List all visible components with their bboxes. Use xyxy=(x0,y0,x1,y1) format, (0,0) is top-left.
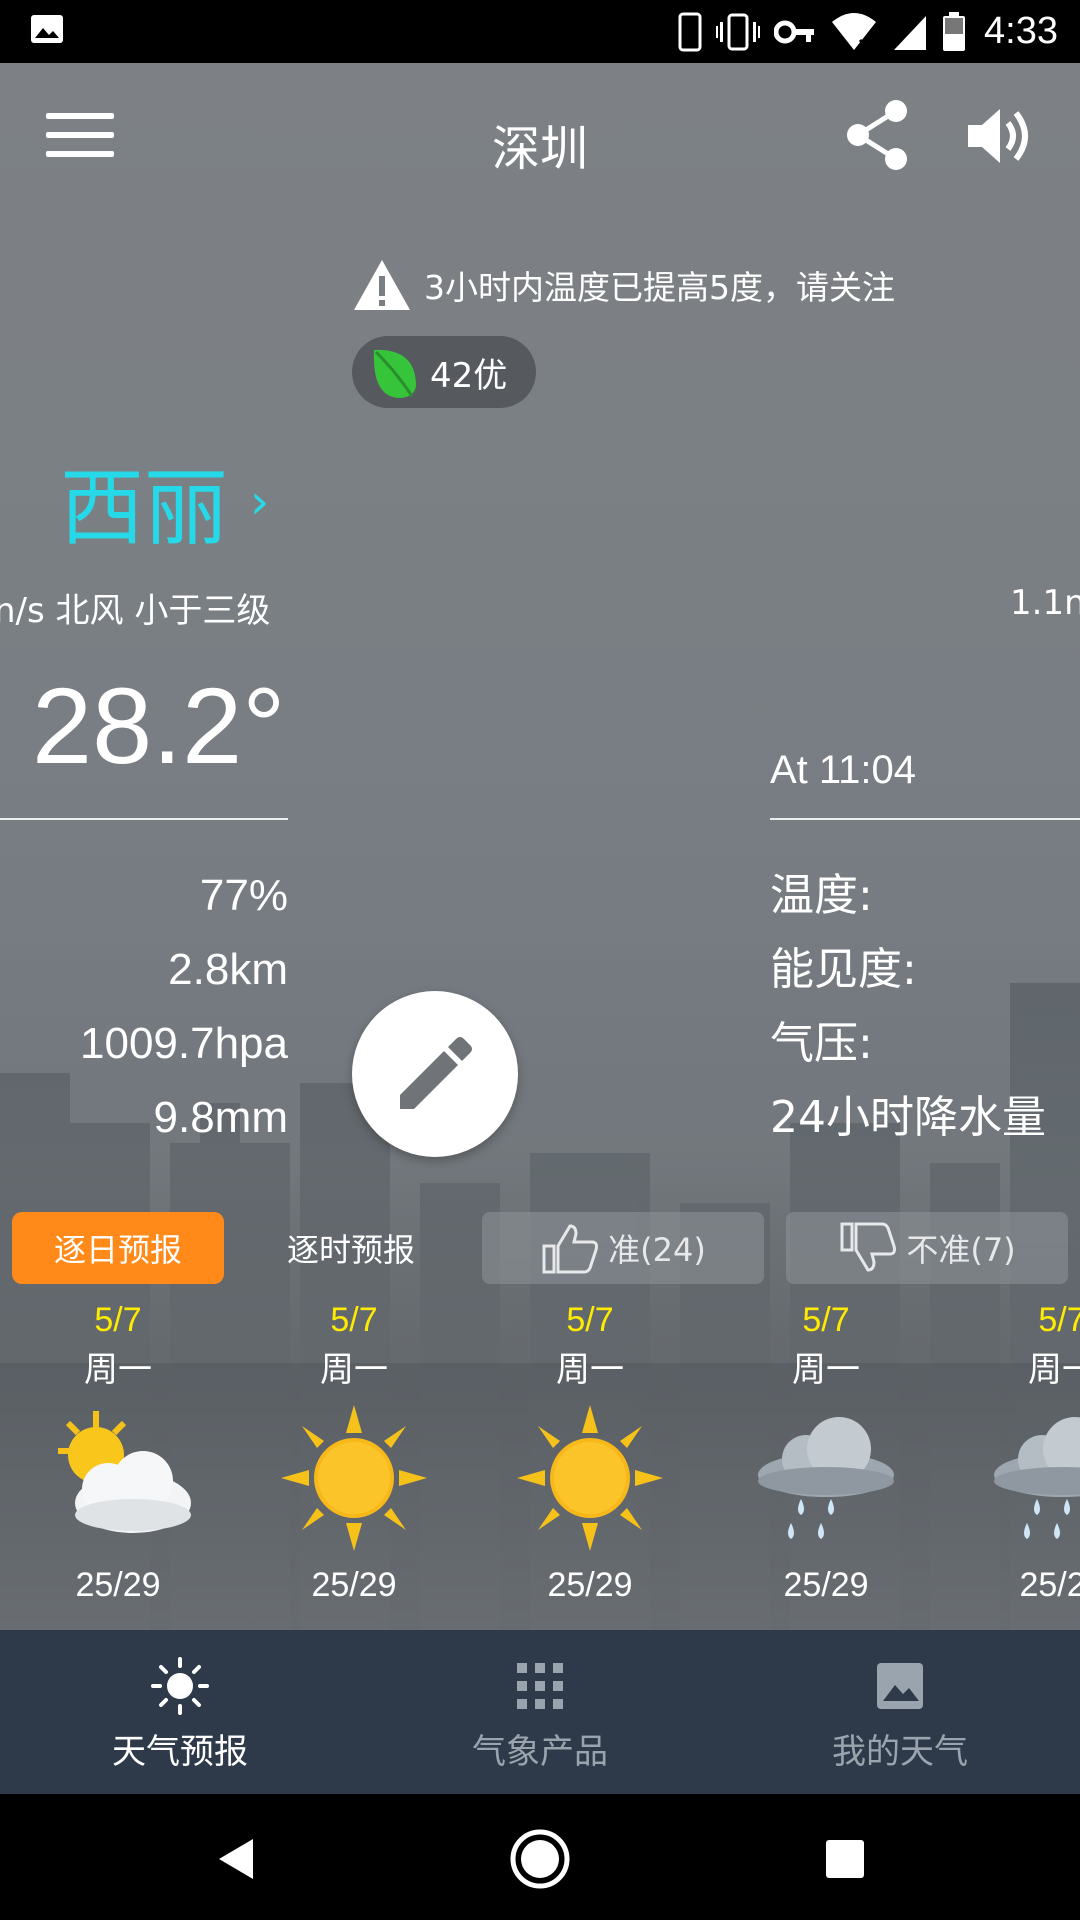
vote-inaccurate-label: 不准(7) xyxy=(906,1231,1016,1269)
tab-daily-forecast[interactable]: 逐日预报 xyxy=(12,1212,224,1284)
forecast-weekday: 周一 xyxy=(1028,1350,1080,1390)
recents-button[interactable] xyxy=(810,1824,880,1894)
battery-icon xyxy=(942,11,966,52)
temperature-label: 温度: xyxy=(770,870,873,921)
forecast-temp-range: 25/29 xyxy=(783,1566,869,1604)
grid-icon xyxy=(517,1663,563,1709)
back-button[interactable] xyxy=(200,1824,270,1894)
precipitation-label: 24小时降水量 xyxy=(770,1092,1046,1143)
alert-text: 3小时内温度已提高5度，请关注 xyxy=(424,268,895,307)
signal-icon xyxy=(894,15,927,50)
temperature-alert[interactable]: 3小时内温度已提高5度，请关注 xyxy=(352,255,895,315)
thumbs-down-icon xyxy=(840,1222,897,1272)
partly-cloudy-icon xyxy=(58,1410,191,1533)
visibility-value: 2.8km xyxy=(168,945,288,994)
vote-inaccurate-button[interactable]: 不准(7) xyxy=(786,1212,1068,1284)
forecast-day[interactable]: 5/7 周一 25/29 xyxy=(0,1295,236,1610)
phone-icon xyxy=(678,12,702,51)
home-icon xyxy=(510,1829,570,1889)
sunny-icon xyxy=(517,1404,663,1551)
forecast-day[interactable]: 5/7 周一 25/29 xyxy=(236,1295,472,1610)
station-name: 西丽 xyxy=(60,459,229,557)
edit-button[interactable] xyxy=(352,991,518,1157)
weather-panel: 深圳 3小时内温度已提高5度，请关注 42优 西丽 › n/s 北风 小于三级 … xyxy=(0,63,1080,1630)
vote-accurate-label: 准(24) xyxy=(608,1231,706,1269)
forecast-weekday: 周一 xyxy=(556,1350,624,1390)
forecast-temp-range: 25/29 xyxy=(311,1566,397,1604)
forecast-weekday: 周一 xyxy=(792,1350,860,1390)
pressure-label: 气压: xyxy=(770,1018,873,1069)
divider xyxy=(0,818,288,820)
aqi-badge[interactable]: 42优 xyxy=(352,336,536,408)
home-button[interactable] xyxy=(505,1824,575,1894)
image-icon xyxy=(877,1663,923,1709)
forecast-day[interactable]: 5/7 周一 25/29 xyxy=(708,1295,944,1610)
vibrate-icon xyxy=(716,13,761,50)
forecast-weekday: 周一 xyxy=(84,1350,152,1390)
rain-icon xyxy=(994,1416,1080,1539)
tab-hourly-forecast[interactable]: 逐时预报 xyxy=(256,1212,446,1284)
app-bar: 深圳 xyxy=(0,63,1080,213)
observation-labels: 温度: 能见度: 气压: 24小时降水量 xyxy=(770,859,1046,1155)
precipitation-value: 9.8mm xyxy=(153,1093,288,1142)
status-bar: 4:33 xyxy=(0,0,1080,63)
wind-info-secondary: 1.1n xyxy=(1010,583,1080,623)
pencil-icon xyxy=(400,1037,472,1109)
divider xyxy=(770,818,1080,820)
back-icon xyxy=(219,1839,253,1879)
forecast-date: 5/7 xyxy=(330,1301,378,1339)
observation-values: 77% 2.8km 1009.7hpa 9.8mm xyxy=(0,859,288,1155)
system-navigation-bar xyxy=(0,1794,1080,1920)
key-icon xyxy=(774,20,815,43)
wifi-icon xyxy=(832,12,877,51)
nav-label: 我的天气 xyxy=(832,1732,968,1772)
city-title[interactable]: 深圳 xyxy=(0,109,1080,179)
visibility-label: 能见度: xyxy=(770,944,917,995)
nav-my-weather[interactable]: 我的天气 xyxy=(720,1630,1080,1794)
current-temperature: 28.2° xyxy=(32,665,286,786)
wind-info: n/s 北风 小于三级 xyxy=(0,591,271,631)
forecast-date: 5/7 xyxy=(802,1301,850,1339)
daily-forecast-list: 5/7 周一 25/29 5/7 周一 25/29 5/7 周一 25/29 5… xyxy=(0,1295,1080,1625)
clock: 4:33 xyxy=(984,10,1058,52)
forecast-temp-range: 25/29 xyxy=(75,1566,161,1604)
humidity-value: 77% xyxy=(199,871,288,920)
forecast-date: 5/7 xyxy=(94,1301,142,1339)
sun-icon xyxy=(151,1657,209,1715)
rain-icon xyxy=(758,1416,894,1539)
aqi-value: 42优 xyxy=(430,355,508,396)
nav-label: 气象产品 xyxy=(472,1732,608,1772)
sunny-icon xyxy=(281,1404,427,1551)
forecast-temp-range: 25/29 xyxy=(1019,1566,1080,1604)
nav-weather-forecast[interactable]: 天气预报 xyxy=(0,1630,360,1794)
nav-label: 天气预报 xyxy=(112,1732,248,1772)
station-selector[interactable]: 西丽 › xyxy=(60,441,269,562)
bottom-navigation: 天气预报 气象产品 我的天气 xyxy=(0,1630,1080,1794)
forecast-temp-range: 25/29 xyxy=(547,1566,633,1604)
forecast-day[interactable]: 5/7 周一 25/29 xyxy=(472,1295,708,1610)
forecast-day[interactable]: 5/7 周一 25/29 xyxy=(944,1295,1080,1610)
leaf-icon xyxy=(373,349,416,398)
warning-icon xyxy=(354,260,410,310)
image-icon xyxy=(31,15,63,43)
vote-accurate-button[interactable]: 准(24) xyxy=(482,1212,764,1284)
pressure-value: 1009.7hpa xyxy=(80,1019,288,1068)
forecast-date: 5/7 xyxy=(566,1301,614,1339)
forecast-date: 5/7 xyxy=(1038,1301,1080,1339)
forecast-weekday: 周一 xyxy=(320,1350,388,1390)
nav-weather-products[interactable]: 气象产品 xyxy=(360,1630,720,1794)
thumbs-up-icon xyxy=(542,1224,599,1274)
recents-icon xyxy=(826,1840,864,1878)
share-icon[interactable] xyxy=(846,99,910,171)
volume-icon[interactable] xyxy=(964,101,1034,171)
observation-time: At 11:04 xyxy=(770,748,917,792)
chevron-right-icon: › xyxy=(250,473,270,530)
